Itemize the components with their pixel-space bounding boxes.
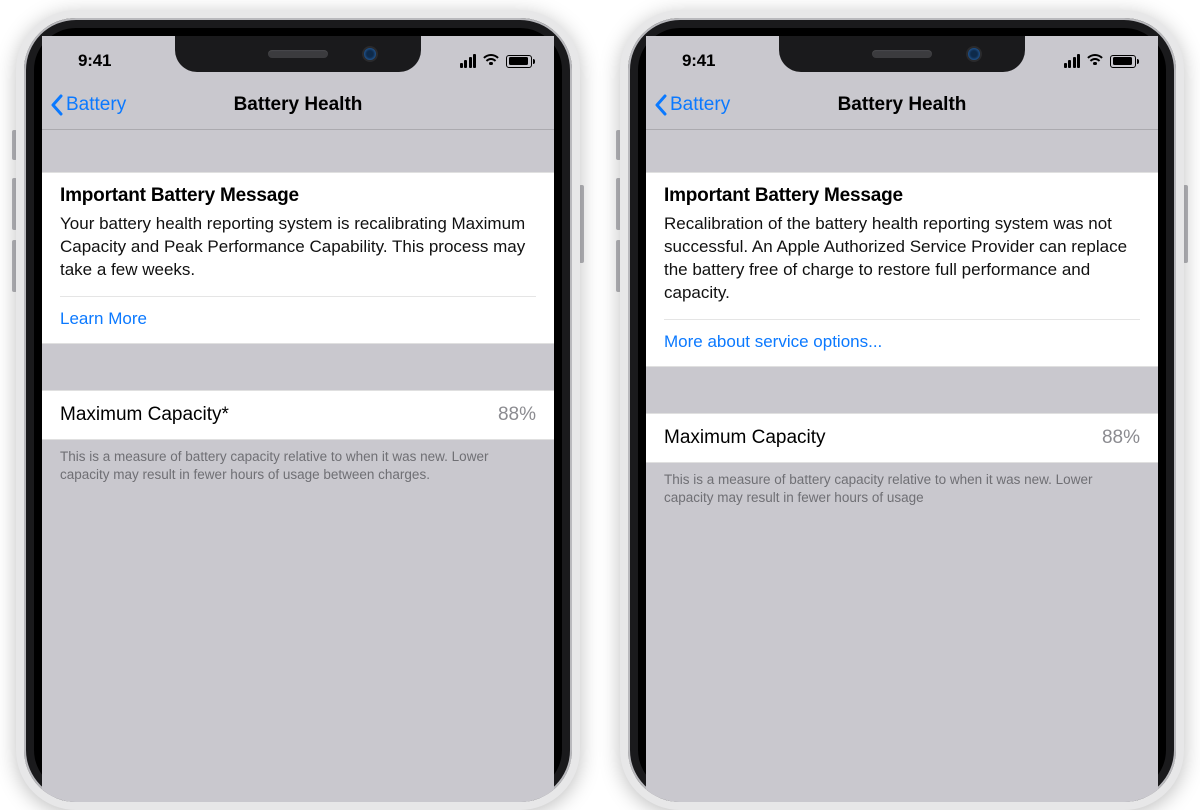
message-title: Important Battery Message: [60, 185, 536, 207]
message-body: Recalibration of the battery health repo…: [664, 213, 1140, 305]
wifi-icon: [1086, 54, 1104, 68]
iphone-right: 9:41 Battery Battery Health: [620, 10, 1184, 610]
link-row: More about service options...: [664, 320, 1140, 366]
battery-icon: [1110, 55, 1136, 68]
capacity-value: 88%: [1102, 427, 1140, 449]
front-camera: [968, 48, 980, 60]
battery-message-card: Important Battery Message Recalibration …: [646, 172, 1158, 367]
section-gap: [42, 344, 554, 390]
capacity-footer: This is a measure of battery capacity re…: [646, 463, 1158, 507]
status-time: 9:41: [676, 45, 715, 71]
wifi-icon: [482, 54, 500, 68]
maximum-capacity-row[interactable]: Maximum Capacity 88%: [646, 413, 1158, 463]
capacity-footer: This is a measure of battery capacity re…: [42, 440, 554, 484]
notch: [175, 36, 421, 72]
back-button[interactable]: Battery: [654, 80, 730, 129]
capacity-label: Maximum Capacity: [664, 427, 826, 449]
content: Important Battery Message Your battery h…: [42, 130, 554, 802]
cellular-signal-icon: [1064, 54, 1081, 68]
page-title: Battery Health: [838, 94, 967, 116]
status-time: 9:41: [72, 45, 111, 71]
service-options-link[interactable]: More about service options...: [664, 332, 882, 351]
section-gap: [42, 130, 554, 172]
battery-message-card: Important Battery Message Your battery h…: [42, 172, 554, 344]
nav-bar: Battery Battery Health: [646, 80, 1158, 130]
phone-frame: 9:41 Battery Battery Health: [16, 10, 580, 810]
iphone-left: 9:41 Battery Battery Health: [16, 10, 580, 610]
message-body: Your battery health reporting system is …: [60, 213, 536, 282]
capacity-label: Maximum Capacity*: [60, 404, 229, 426]
chevron-left-icon: [654, 94, 668, 116]
status-indicators: [460, 48, 533, 68]
screen: 9:41 Battery Battery Health: [646, 36, 1158, 802]
cellular-signal-icon: [460, 54, 477, 68]
back-label: Battery: [670, 94, 730, 116]
nav-bar: Battery Battery Health: [42, 80, 554, 130]
page-title: Battery Health: [234, 94, 363, 116]
section-gap: [646, 367, 1158, 413]
notch: [779, 36, 1025, 72]
earpiece-speaker: [872, 50, 932, 58]
battery-icon: [506, 55, 532, 68]
learn-more-link[interactable]: Learn More: [60, 309, 147, 328]
front-camera: [364, 48, 376, 60]
content: Important Battery Message Recalibration …: [646, 130, 1158, 802]
screen: 9:41 Battery Battery Health: [42, 36, 554, 802]
back-button[interactable]: Battery: [50, 80, 126, 129]
maximum-capacity-row[interactable]: Maximum Capacity* 88%: [42, 390, 554, 440]
capacity-value: 88%: [498, 404, 536, 426]
message-title: Important Battery Message: [664, 185, 1140, 207]
status-indicators: [1064, 48, 1137, 68]
section-gap: [646, 130, 1158, 172]
chevron-left-icon: [50, 94, 64, 116]
phone-frame: 9:41 Battery Battery Health: [620, 10, 1184, 810]
link-row: Learn More: [60, 297, 536, 343]
earpiece-speaker: [268, 50, 328, 58]
back-label: Battery: [66, 94, 126, 116]
